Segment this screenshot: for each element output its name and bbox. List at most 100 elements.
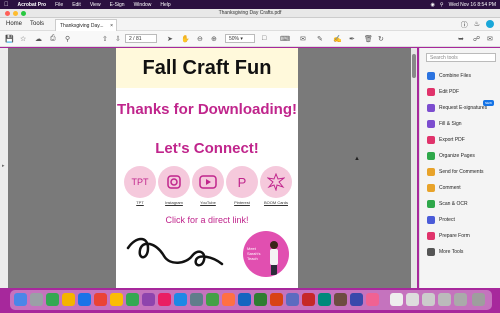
author-photo[interactable]: Meet Sarah's Teach bbox=[243, 231, 289, 277]
tab-tools[interactable]: Tools bbox=[30, 21, 44, 27]
tool-organize-pages[interactable]: Organize Pages bbox=[427, 151, 499, 161]
tools-panel: Search tools NEW Combine Files Edit PDF … bbox=[419, 48, 500, 288]
downloads-icon[interactable] bbox=[406, 293, 419, 306]
word-icon[interactable] bbox=[238, 293, 251, 306]
pen-icon[interactable]: ✎ bbox=[317, 35, 323, 43]
delete-icon[interactable]: 🗑 bbox=[364, 35, 373, 43]
clock[interactable]: Wed Nov 16 8:54 PM bbox=[449, 2, 496, 8]
teams-icon[interactable] bbox=[286, 293, 299, 306]
tool-fill-sign[interactable]: Fill & Sign bbox=[427, 119, 499, 129]
tool-scan-ocr[interactable]: Scan & OCR bbox=[427, 199, 499, 209]
upload-icon[interactable]: ☁ bbox=[35, 35, 42, 43]
zoom-in-icon[interactable]: ⊕ bbox=[211, 35, 217, 43]
search-tools-input[interactable]: Search tools bbox=[426, 53, 496, 62]
tool-combine-files[interactable]: Combine Files bbox=[427, 71, 499, 81]
canva-icon[interactable] bbox=[366, 293, 379, 306]
share-icon[interactable]: ➥ bbox=[458, 35, 464, 43]
acrobat-icon[interactable] bbox=[302, 293, 315, 306]
tpt-link-icon[interactable]: TPT bbox=[124, 166, 156, 198]
finder-icon[interactable] bbox=[14, 293, 27, 306]
zoom-out-icon[interactable]: ⊖ bbox=[197, 35, 203, 43]
screenshot-icon[interactable] bbox=[454, 293, 467, 306]
photos-icon[interactable] bbox=[142, 293, 155, 306]
page-down-icon[interactable]: ⇩ bbox=[115, 35, 121, 43]
expand-left-icon[interactable]: ▸ bbox=[2, 163, 5, 169]
boom-cards-link-icon[interactable] bbox=[260, 166, 292, 198]
tool-more-tools[interactable]: More Tools bbox=[427, 247, 499, 257]
tab-home[interactable]: Home bbox=[6, 21, 22, 27]
trash-icon[interactable] bbox=[472, 293, 485, 306]
zoom-level-select[interactable]: 50% ▾ bbox=[225, 34, 255, 43]
youtube-link-icon[interactable] bbox=[192, 166, 224, 198]
tool-comment[interactable]: Comment bbox=[427, 183, 499, 193]
menu-file[interactable]: File bbox=[55, 2, 63, 8]
avatar[interactable] bbox=[486, 20, 494, 28]
chrome-icon[interactable] bbox=[62, 293, 75, 306]
page-number-field[interactable]: 2 / 81 bbox=[125, 34, 157, 43]
calendar-icon[interactable] bbox=[94, 293, 107, 306]
tool-edit-pdf[interactable]: Edit PDF bbox=[427, 87, 499, 97]
save-icon[interactable]: 💾 bbox=[5, 35, 14, 43]
tool-prepare-form[interactable]: Prepare Form bbox=[427, 231, 499, 241]
comment-icon[interactable]: ✉ bbox=[300, 35, 306, 43]
tool-send-for-comments[interactable]: Send for Comments bbox=[427, 167, 499, 177]
powerpoint-icon[interactable] bbox=[270, 293, 283, 306]
music-icon[interactable] bbox=[158, 293, 171, 306]
menu-edit[interactable]: Edit bbox=[72, 2, 81, 8]
page-up-icon[interactable]: ⇧ bbox=[102, 35, 108, 43]
print-icon[interactable]: ⎙ bbox=[50, 35, 56, 43]
bell-icon[interactable]: ♨ bbox=[474, 20, 480, 30]
menu-help[interactable]: Help bbox=[160, 2, 170, 8]
scroll-thumb[interactable] bbox=[412, 54, 416, 78]
keynote-icon[interactable] bbox=[350, 293, 363, 306]
zoom-search-icon[interactable]: ⚲ bbox=[65, 35, 70, 43]
tab-document[interactable]: Thanksgiving Day... × bbox=[55, 19, 117, 31]
tool-request-esignatures[interactable]: Request E-signatures bbox=[427, 103, 499, 113]
menu-view[interactable]: View bbox=[90, 2, 101, 8]
help-icon[interactable]: ⓘ bbox=[461, 20, 468, 30]
hand-icon[interactable]: ✋ bbox=[181, 35, 190, 43]
sign-icon[interactable]: ✒ bbox=[349, 35, 355, 43]
instagram-link-icon[interactable] bbox=[158, 166, 190, 198]
pdf-page[interactable]: Fall Craft Fun Thanks for Downloading! L… bbox=[116, 48, 298, 288]
link-icon[interactable]: ☍ bbox=[473, 35, 480, 43]
pinterest-link-icon[interactable]: P bbox=[226, 166, 258, 198]
safari-icon[interactable] bbox=[46, 293, 59, 306]
settings-icon[interactable] bbox=[190, 293, 203, 306]
messages-icon[interactable] bbox=[126, 293, 139, 306]
keyboard-icon[interactable]: ⌨ bbox=[280, 35, 290, 43]
boom-cards-link-label[interactable]: BOOM Cards bbox=[256, 200, 296, 205]
menu-window[interactable]: Window bbox=[134, 2, 152, 8]
close-tab-icon[interactable]: × bbox=[110, 23, 113, 29]
recent-doc-icon[interactable] bbox=[390, 293, 403, 306]
tool-export-pdf[interactable]: Export PDF bbox=[427, 135, 499, 145]
zoom-app-icon[interactable] bbox=[318, 293, 331, 306]
excel-icon[interactable] bbox=[254, 293, 267, 306]
request-esignatures-icon bbox=[427, 104, 435, 112]
mail-icon[interactable] bbox=[78, 293, 91, 306]
vertical-scrollbar[interactable] bbox=[411, 48, 417, 288]
app-store-icon[interactable] bbox=[174, 293, 187, 306]
documents-icon[interactable] bbox=[438, 293, 451, 306]
organize-pages-icon bbox=[427, 152, 435, 160]
notes-icon[interactable] bbox=[110, 293, 123, 306]
select-cursor-icon[interactable]: ➤ bbox=[167, 35, 173, 43]
folder-icon[interactable] bbox=[422, 293, 435, 306]
search-icon[interactable]: ⚲ bbox=[440, 2, 444, 8]
preview-icon[interactable] bbox=[334, 293, 347, 306]
email-icon[interactable]: ✉ bbox=[487, 35, 493, 43]
tool-protect[interactable]: Protect bbox=[427, 215, 499, 225]
rotate-icon[interactable]: ↻ bbox=[378, 35, 384, 43]
facetime-icon[interactable] bbox=[206, 293, 219, 306]
pages-icon[interactable] bbox=[222, 293, 235, 306]
star-icon[interactable]: ☆ bbox=[20, 35, 26, 43]
app-menu[interactable]: Acrobat Pro bbox=[18, 2, 47, 8]
launchpad-icon[interactable] bbox=[30, 293, 43, 306]
highlight-icon[interactable]: ✍ bbox=[333, 35, 342, 43]
wifi-icon[interactable]: ◉ bbox=[431, 2, 435, 8]
menu-esign[interactable]: E-Sign bbox=[110, 2, 125, 8]
fit-page-icon[interactable]: □ bbox=[262, 35, 266, 42]
left-panel-handle[interactable]: ▸ bbox=[0, 48, 8, 288]
page-current: 2 bbox=[129, 36, 132, 42]
apple-icon[interactable]:  bbox=[4, 2, 9, 8]
